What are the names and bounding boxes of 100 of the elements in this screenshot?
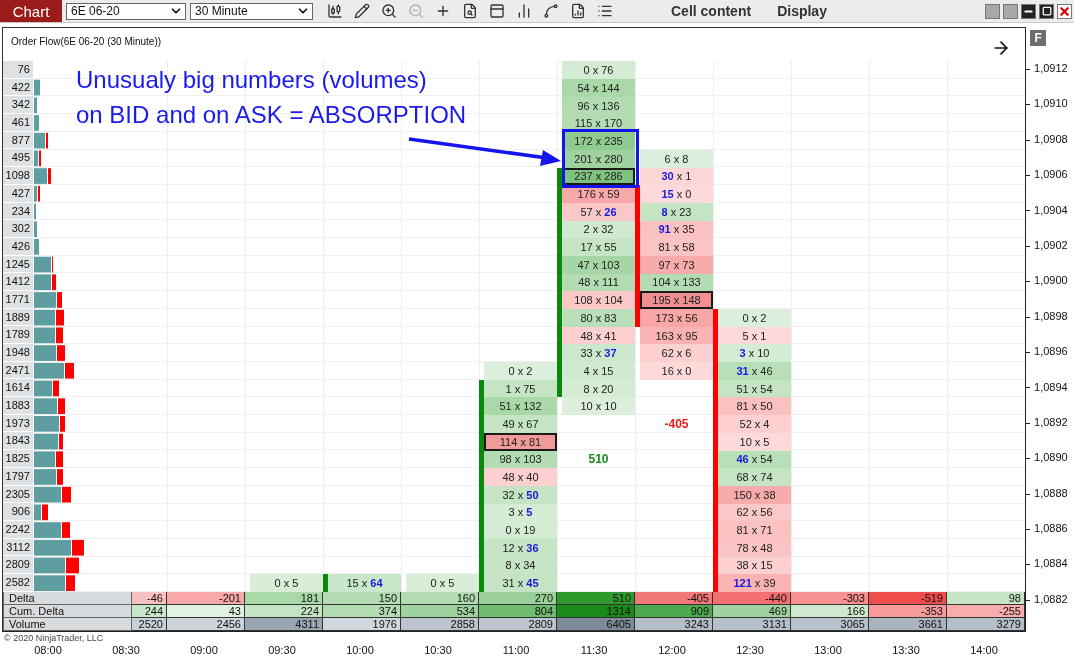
price-label: 1,0910: [1026, 95, 1074, 114]
table-cell: 2809: [479, 618, 557, 631]
table-cell: -201: [167, 592, 245, 605]
volume-cell: 80 x 83: [562, 309, 635, 327]
volume-cell: 49 x 67: [484, 415, 557, 433]
price-label: 1,0904: [1026, 201, 1074, 220]
volume-label: 495: [3, 149, 33, 168]
table-cell: 3065: [791, 618, 869, 631]
line-chart-icon[interactable]: [543, 3, 559, 19]
volume-label: 906: [3, 503, 33, 521]
format-button[interactable]: F: [1030, 30, 1047, 46]
instrument-select[interactable]: 6E 06-20: [66, 2, 186, 20]
table-cell: 1314: [557, 605, 635, 618]
menu-item[interactable]: Cell content: [671, 3, 752, 19]
time-label: 10:00: [346, 644, 374, 658]
price-label: 1,0912: [1026, 60, 1074, 78]
table-cell: 6405: [557, 618, 635, 631]
volume-label: 1825: [3, 450, 33, 468]
file-search-icon[interactable]: [462, 3, 478, 19]
table-cell: 469: [713, 605, 791, 618]
price-label: 1,0908: [1026, 130, 1074, 149]
volume-cell: 195 x 148: [640, 291, 713, 309]
volume-cell: 0 x 76: [562, 61, 635, 80]
table-cell: -440: [713, 592, 791, 605]
minimize-button[interactable]: [1021, 3, 1036, 19]
price-label: 1,0898: [1026, 307, 1074, 326]
table-cell: 1976: [323, 618, 401, 631]
table-cell: 2456: [167, 618, 245, 631]
maximize-icon: [1041, 6, 1052, 16]
window-button[interactable]: [985, 3, 1000, 19]
time-label: 13:00: [814, 644, 842, 658]
table-cell: 181: [245, 592, 323, 605]
pencil-icon[interactable]: [354, 3, 370, 19]
time-label: 11:30: [580, 644, 608, 658]
price-label: 1,0884: [1026, 555, 1074, 574]
annotation-text: on BID and on ASK = ABSORPTION: [76, 100, 467, 130]
volume-cell: 0 x 5: [406, 574, 479, 592]
volume-cell: 0 x 2: [718, 309, 791, 327]
table-cell: 909: [635, 605, 713, 618]
panel-icon[interactable]: [489, 3, 505, 19]
row-label: Delta: [3, 592, 132, 605]
volume-cell: 62 x 6: [640, 344, 713, 363]
bar-delta: 510: [587, 451, 610, 469]
plus-icon[interactable]: [435, 3, 451, 19]
volume-cell: 15 x 0: [640, 185, 713, 203]
volume-label: 1948: [3, 344, 33, 362]
volume-cell: 81 x 58: [640, 238, 713, 256]
time-label: 08:00: [34, 644, 62, 658]
time-label: 13:30: [892, 644, 920, 658]
window-button[interactable]: [1003, 3, 1018, 19]
candlestick-icon[interactable]: [327, 3, 343, 19]
time-label: 14:00: [970, 644, 998, 658]
price-label: 1,0890: [1026, 449, 1074, 467]
table-cell: 4311: [245, 618, 323, 631]
volume-label: 342: [3, 96, 33, 115]
list-icon[interactable]: [597, 3, 613, 19]
close-button[interactable]: [1057, 3, 1072, 19]
table-cell: 160: [401, 592, 479, 605]
file-chart-icon[interactable]: [570, 3, 586, 19]
menu-item[interactable]: Display: [777, 3, 827, 19]
price-label: 1,0906: [1026, 166, 1074, 184]
table-cell: 270: [479, 592, 557, 605]
volume-cell: 15 x 64: [328, 574, 401, 592]
bar-chart-icon[interactable]: [516, 3, 532, 19]
table-cell: 804: [479, 605, 557, 618]
volume-label: 1614: [3, 379, 33, 398]
time-label: 12:00: [658, 644, 686, 658]
volume-label: 1789: [3, 326, 33, 344]
price-label: 1,0882: [1026, 590, 1074, 609]
price-label: 1,0902: [1026, 236, 1074, 255]
volume-cell: 81 x 71: [718, 521, 791, 539]
volume-cell: 31 x 45: [484, 574, 557, 592]
interval-select[interactable]: 30 Minute: [190, 2, 313, 20]
table-cell: 510: [557, 592, 635, 605]
volume-cell: 0 x 5: [250, 574, 323, 592]
table-cell: 244: [132, 605, 167, 618]
table-cell: 3131: [713, 618, 791, 631]
chart-tab[interactable]: Chart: [0, 0, 62, 22]
volume-cell: 51 x 132: [484, 397, 557, 416]
table-cell: 2520: [132, 618, 167, 631]
table-cell: -519: [869, 592, 947, 605]
zoom-in-icon[interactable]: [381, 3, 397, 19]
volume-cell: 31 x 46: [718, 362, 791, 380]
price-label: 1,0886: [1026, 520, 1074, 538]
volume-cell: 52 x 4: [718, 415, 791, 433]
volume-cell: 173 x 56: [640, 309, 713, 327]
table-cell: -405: [635, 592, 713, 605]
table-cell: 98: [947, 592, 1025, 605]
volume-label: 1412: [3, 273, 33, 291]
volume-label: 302: [3, 220, 33, 238]
volume-cell: 0 x 2: [484, 362, 557, 380]
bar-delta: -405: [663, 415, 690, 433]
maximize-button[interactable]: [1039, 3, 1054, 19]
table-cell: 534: [401, 605, 479, 618]
volume-label: 76: [3, 61, 33, 79]
volume-label: 1843: [3, 432, 33, 451]
volume-cell: 17 x 55: [562, 238, 635, 256]
table-cell: 150: [323, 592, 401, 605]
time-label: 08:30: [112, 644, 140, 658]
volume-cell: 3 x 10: [718, 344, 791, 363]
